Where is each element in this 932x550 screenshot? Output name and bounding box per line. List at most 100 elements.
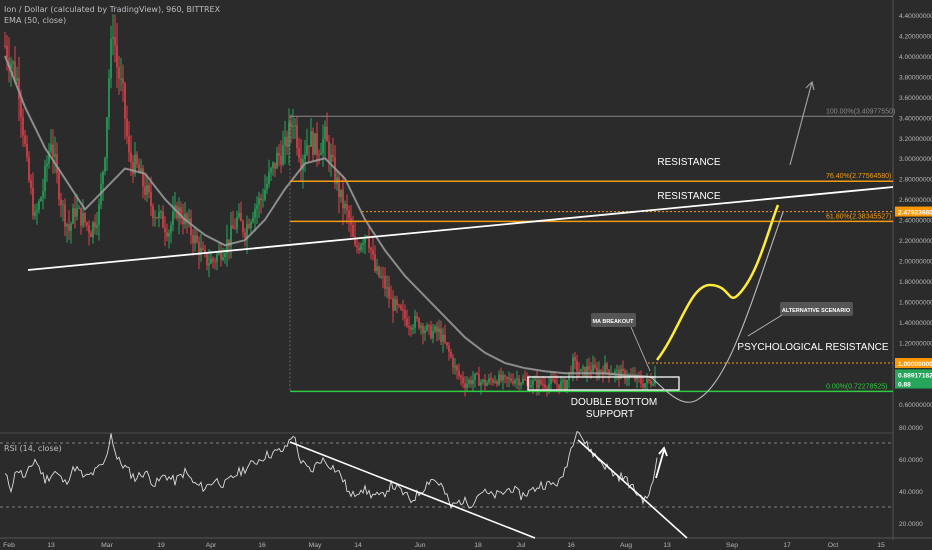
candle-body xyxy=(496,381,498,385)
candle-body xyxy=(384,276,386,289)
candle-body xyxy=(448,345,450,352)
candle-body xyxy=(56,154,58,174)
price-badge-text: 0.88 xyxy=(898,382,911,389)
candle-body xyxy=(556,383,558,385)
candle-body xyxy=(234,228,236,230)
time-tick-label: Feb xyxy=(3,542,15,549)
price-badge-text: 2.47923680 xyxy=(898,210,932,217)
candle-body xyxy=(308,145,310,147)
price-tick-label: 1.20000000 xyxy=(899,341,932,348)
candle-body xyxy=(406,318,408,326)
candle-body xyxy=(566,379,568,391)
fib-level-label: 100.00%(3.40977550) xyxy=(826,108,895,115)
candle-body xyxy=(106,117,108,159)
candle-body xyxy=(310,131,312,147)
candle-body xyxy=(42,190,44,198)
candle-body xyxy=(96,224,98,228)
rsi-tick-label: 40.0000 xyxy=(899,489,923,496)
candle-body xyxy=(516,378,518,381)
candle-body xyxy=(64,204,66,227)
price-tick-label: 2.60000000 xyxy=(899,197,932,204)
candle-body xyxy=(362,243,364,246)
rsi-indicator-label[interactable]: RSI (14, close) xyxy=(4,444,62,453)
time-tick-label: 16 xyxy=(567,542,575,549)
candle-body xyxy=(260,198,262,200)
candle-body xyxy=(358,247,360,251)
candle-body xyxy=(202,247,204,250)
candle-body xyxy=(408,325,410,328)
candle-body xyxy=(238,213,240,218)
candle-body xyxy=(534,379,536,381)
candle-body xyxy=(128,136,130,153)
candle-body xyxy=(588,366,590,370)
candle-body xyxy=(530,385,532,388)
candle-body xyxy=(410,327,412,330)
candle-body xyxy=(464,383,466,388)
candle-body xyxy=(210,258,212,264)
candle-body xyxy=(306,145,308,155)
candle-body xyxy=(130,152,132,163)
candle-body xyxy=(126,118,128,137)
candle-body xyxy=(590,369,592,372)
candle-body xyxy=(6,45,8,59)
candle-body xyxy=(84,212,86,223)
symbol-title[interactable]: Ion / Dollar (calculated by TradingView)… xyxy=(4,4,220,15)
candle-body xyxy=(272,162,274,169)
candle-body xyxy=(606,363,608,370)
candle-body xyxy=(66,224,68,227)
candle-body xyxy=(196,235,198,243)
candle-body xyxy=(396,299,398,305)
time-tick-label: Oct xyxy=(828,542,839,549)
rsi-tick-label: 60.0000 xyxy=(899,457,923,464)
candle-body xyxy=(228,239,230,247)
candle-body xyxy=(550,378,552,384)
candle-body xyxy=(486,382,488,386)
candle-body xyxy=(646,378,648,384)
candle-body xyxy=(444,334,446,343)
candle-body xyxy=(404,310,406,319)
candle-body xyxy=(492,379,494,383)
candle-body xyxy=(108,78,110,118)
candle-body xyxy=(44,165,46,191)
candle-body xyxy=(280,155,282,165)
candle-body xyxy=(546,387,548,389)
candle-body xyxy=(182,219,184,225)
price-tick-label: 0.60000000 xyxy=(899,402,932,409)
candle-body xyxy=(490,378,492,380)
fib-level-label: 76.40%(2.77564580) xyxy=(826,173,891,180)
ema-indicator-label[interactable]: EMA (50, close) xyxy=(4,15,220,26)
candle-body xyxy=(548,383,550,389)
candle-body xyxy=(326,126,328,142)
candle-body xyxy=(224,253,226,258)
candle-body xyxy=(32,188,34,216)
candle-body xyxy=(314,133,316,155)
candle-body xyxy=(592,364,594,372)
candle-body xyxy=(252,217,254,222)
candle-body xyxy=(112,36,114,39)
candle-body xyxy=(320,152,322,155)
price-badge-text: 1.00000000 xyxy=(898,361,932,368)
candle-body xyxy=(236,217,238,229)
candle-body xyxy=(170,224,172,233)
candle-body xyxy=(292,125,294,128)
candle-body xyxy=(558,384,560,390)
candle-body xyxy=(432,331,434,339)
candle-body xyxy=(374,254,376,271)
candle-body xyxy=(332,154,334,158)
candle-body xyxy=(536,379,538,388)
candle-body xyxy=(162,211,164,228)
resistance-label-lower: RESISTANCE xyxy=(657,191,720,202)
candle-body xyxy=(194,235,196,244)
price-tick-label: 2.40000000 xyxy=(899,218,932,225)
time-tick-label: 19 xyxy=(157,542,165,549)
candle-body xyxy=(572,357,574,375)
candle-body xyxy=(276,152,278,169)
fib-level-label: 61.80%(2.38345527) xyxy=(826,213,891,220)
candle-body xyxy=(288,122,290,148)
candle-body xyxy=(552,378,554,381)
candle-body xyxy=(92,222,94,238)
candle-body xyxy=(30,180,32,189)
candle-body xyxy=(208,263,210,266)
chart-background xyxy=(0,0,932,550)
candle-body xyxy=(512,381,514,384)
